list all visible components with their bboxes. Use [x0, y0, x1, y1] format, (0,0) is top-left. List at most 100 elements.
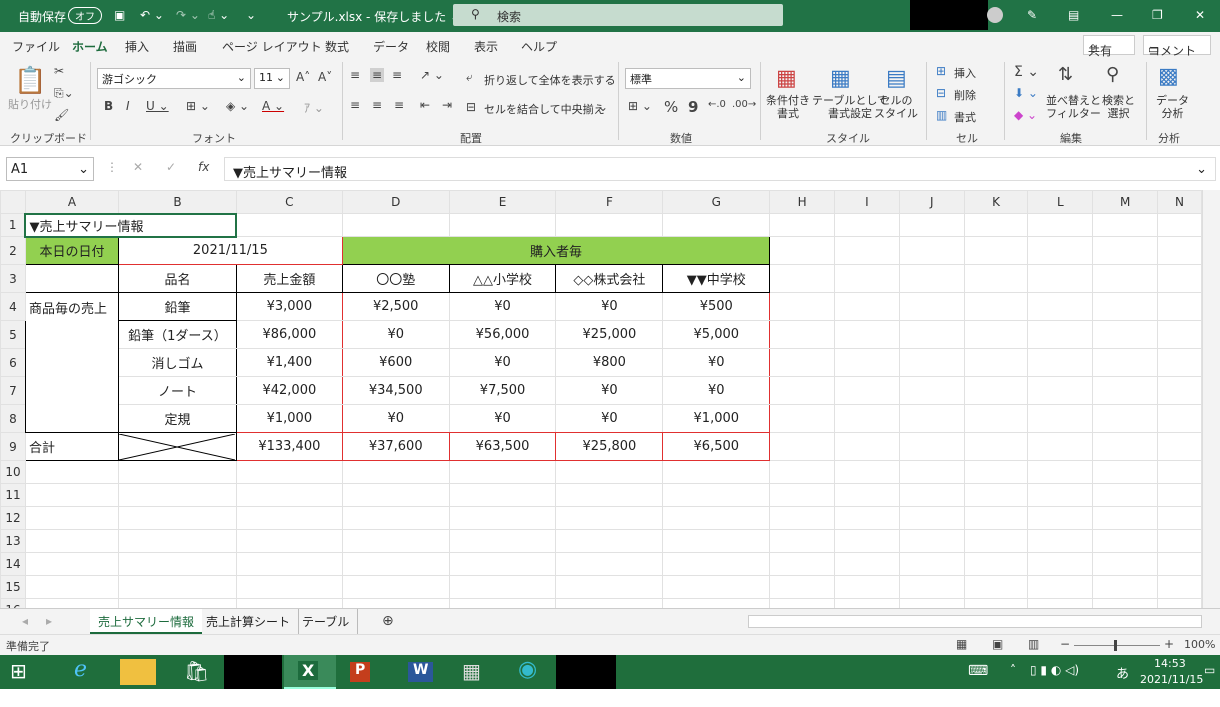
cell[interactable] [898, 213, 965, 237]
item-d[interactable]: ¥0 [341, 404, 450, 433]
cell[interactable] [448, 575, 557, 599]
column-header[interactable]: B [117, 190, 237, 214]
tab-help[interactable]: ヘルプ [521, 38, 557, 55]
cell[interactable] [963, 213, 1029, 237]
vertical-scrollbar[interactable] [1202, 190, 1220, 608]
total-e[interactable]: ¥63,500 [448, 432, 557, 461]
cell-b2[interactable]: 2021/11/15 [117, 236, 343, 265]
cell[interactable] [1027, 264, 1094, 293]
cell-a2[interactable]: 本日の日付 [24, 236, 119, 265]
font-color-icon[interactable]: A ⌄ [262, 99, 284, 113]
file-title[interactable]: サンプル.xlsx - 保存しました ⌄ [287, 8, 460, 25]
column-header[interactable]: H [769, 190, 836, 214]
start-icon[interactable]: ⊞ [10, 659, 27, 693]
item-f[interactable]: ¥0 [555, 404, 664, 433]
total-d[interactable]: ¥37,600 [341, 432, 450, 461]
cell[interactable] [834, 213, 900, 237]
cell[interactable] [555, 598, 664, 608]
item-g[interactable]: ¥5,000 [662, 320, 771, 349]
pen-icon[interactable]: ✎ [1027, 8, 1037, 22]
italic-icon[interactable]: I [126, 99, 130, 113]
item-e[interactable]: ¥0 [448, 404, 557, 433]
cell[interactable] [448, 213, 557, 237]
cell[interactable] [1027, 213, 1094, 237]
total-sales[interactable]: ¥133,400 [235, 432, 343, 461]
cell[interactable] [448, 552, 557, 576]
underline-icon[interactable]: U ⌄ [146, 99, 169, 113]
sheet-tab[interactable]: 売上計算シート [198, 609, 300, 634]
cell[interactable] [963, 483, 1029, 507]
cell[interactable] [1092, 348, 1159, 377]
cell[interactable] [1027, 320, 1094, 349]
share-button[interactable]: ⇪ 共有 [1083, 35, 1135, 58]
cell[interactable] [963, 575, 1029, 599]
find-select-button[interactable]: 検索と 選択 [1102, 94, 1135, 120]
row-header[interactable]: 14 [0, 552, 26, 576]
cell[interactable] [898, 348, 965, 377]
cell[interactable] [963, 460, 1029, 484]
item-g[interactable]: ¥500 [662, 292, 771, 321]
cell[interactable] [1027, 506, 1094, 530]
format-painter-icon[interactable]: 🖌 [54, 108, 69, 122]
cell[interactable] [963, 506, 1029, 530]
decrease-decimal-icon[interactable]: .00→ [732, 99, 756, 110]
item-e[interactable]: ¥0 [448, 348, 557, 377]
cell[interactable] [834, 506, 900, 530]
cell[interactable] [834, 404, 900, 433]
cell[interactable] [834, 236, 900, 265]
column-header[interactable]: F [555, 190, 664, 214]
item-sales[interactable]: ¥42,000 [235, 376, 343, 405]
cell[interactable] [1092, 483, 1159, 507]
cell[interactable] [898, 292, 965, 321]
cell[interactable] [448, 460, 557, 484]
cell[interactable] [448, 598, 557, 608]
comma-icon[interactable]: 9 [688, 98, 698, 116]
cell[interactable] [1157, 348, 1202, 377]
fill-icon[interactable]: ⬇ ⌄ [1014, 86, 1038, 100]
cell[interactable] [117, 506, 237, 530]
cell[interactable] [555, 575, 664, 599]
cell[interactable] [24, 264, 119, 293]
row-header[interactable]: 16 [0, 598, 26, 608]
cell[interactable] [963, 292, 1029, 321]
cell[interactable] [834, 483, 900, 507]
restore-icon[interactable]: ❐ [1152, 8, 1163, 22]
cell[interactable] [1027, 483, 1094, 507]
item-e[interactable]: ¥7,500 [448, 376, 557, 405]
align-center-icon[interactable]: ≡ [372, 98, 382, 112]
item-sales[interactable]: ¥1,000 [235, 404, 343, 433]
accounting-icon[interactable]: ⊞ ⌄ [628, 99, 652, 113]
increase-indent-icon[interactable]: ⇥ [442, 98, 452, 112]
format-cells-button[interactable]: 書式 [954, 109, 976, 125]
autosum-icon[interactable]: Σ ⌄ [1014, 64, 1039, 80]
sort-filter-button[interactable]: 並べ替えと フィルター [1046, 94, 1101, 120]
tray-icons[interactable]: ▯ ▮ ◐ ◁) [1030, 663, 1079, 697]
item-g[interactable]: ¥0 [662, 376, 771, 405]
cell[interactable] [555, 552, 664, 576]
cell[interactable] [448, 529, 557, 553]
cell[interactable] [963, 598, 1029, 608]
cell[interactable] [1157, 598, 1202, 608]
cell[interactable] [1157, 552, 1202, 576]
horizontal-scrollbar[interactable] [748, 615, 1202, 628]
ribbon-display-icon[interactable]: ▤ [1068, 8, 1079, 22]
cell[interactable] [898, 376, 965, 405]
cell-f3[interactable]: ◇◇株式会社 [555, 264, 664, 293]
cell[interactable] [898, 404, 965, 433]
align-bottom-icon[interactable]: ≡ [392, 68, 402, 82]
item-f[interactable]: ¥25,000 [555, 320, 664, 349]
cell[interactable] [235, 552, 343, 576]
cell[interactable] [963, 529, 1029, 553]
phonetic-icon[interactable]: ｱ ⌄ [304, 99, 324, 116]
cell[interactable] [1027, 598, 1094, 608]
column-header[interactable]: L [1027, 190, 1094, 214]
cell[interactable] [117, 483, 237, 507]
row-header[interactable]: 6 [0, 348, 26, 377]
cell[interactable] [963, 320, 1029, 349]
row-header[interactable]: 15 [0, 575, 26, 599]
clear-icon[interactable]: ◆ ⌄ [1014, 108, 1037, 122]
cell[interactable] [1092, 236, 1159, 265]
column-header[interactable]: A [24, 190, 119, 215]
cell[interactable] [1157, 376, 1202, 405]
excel-icon[interactable]: X [284, 655, 336, 689]
